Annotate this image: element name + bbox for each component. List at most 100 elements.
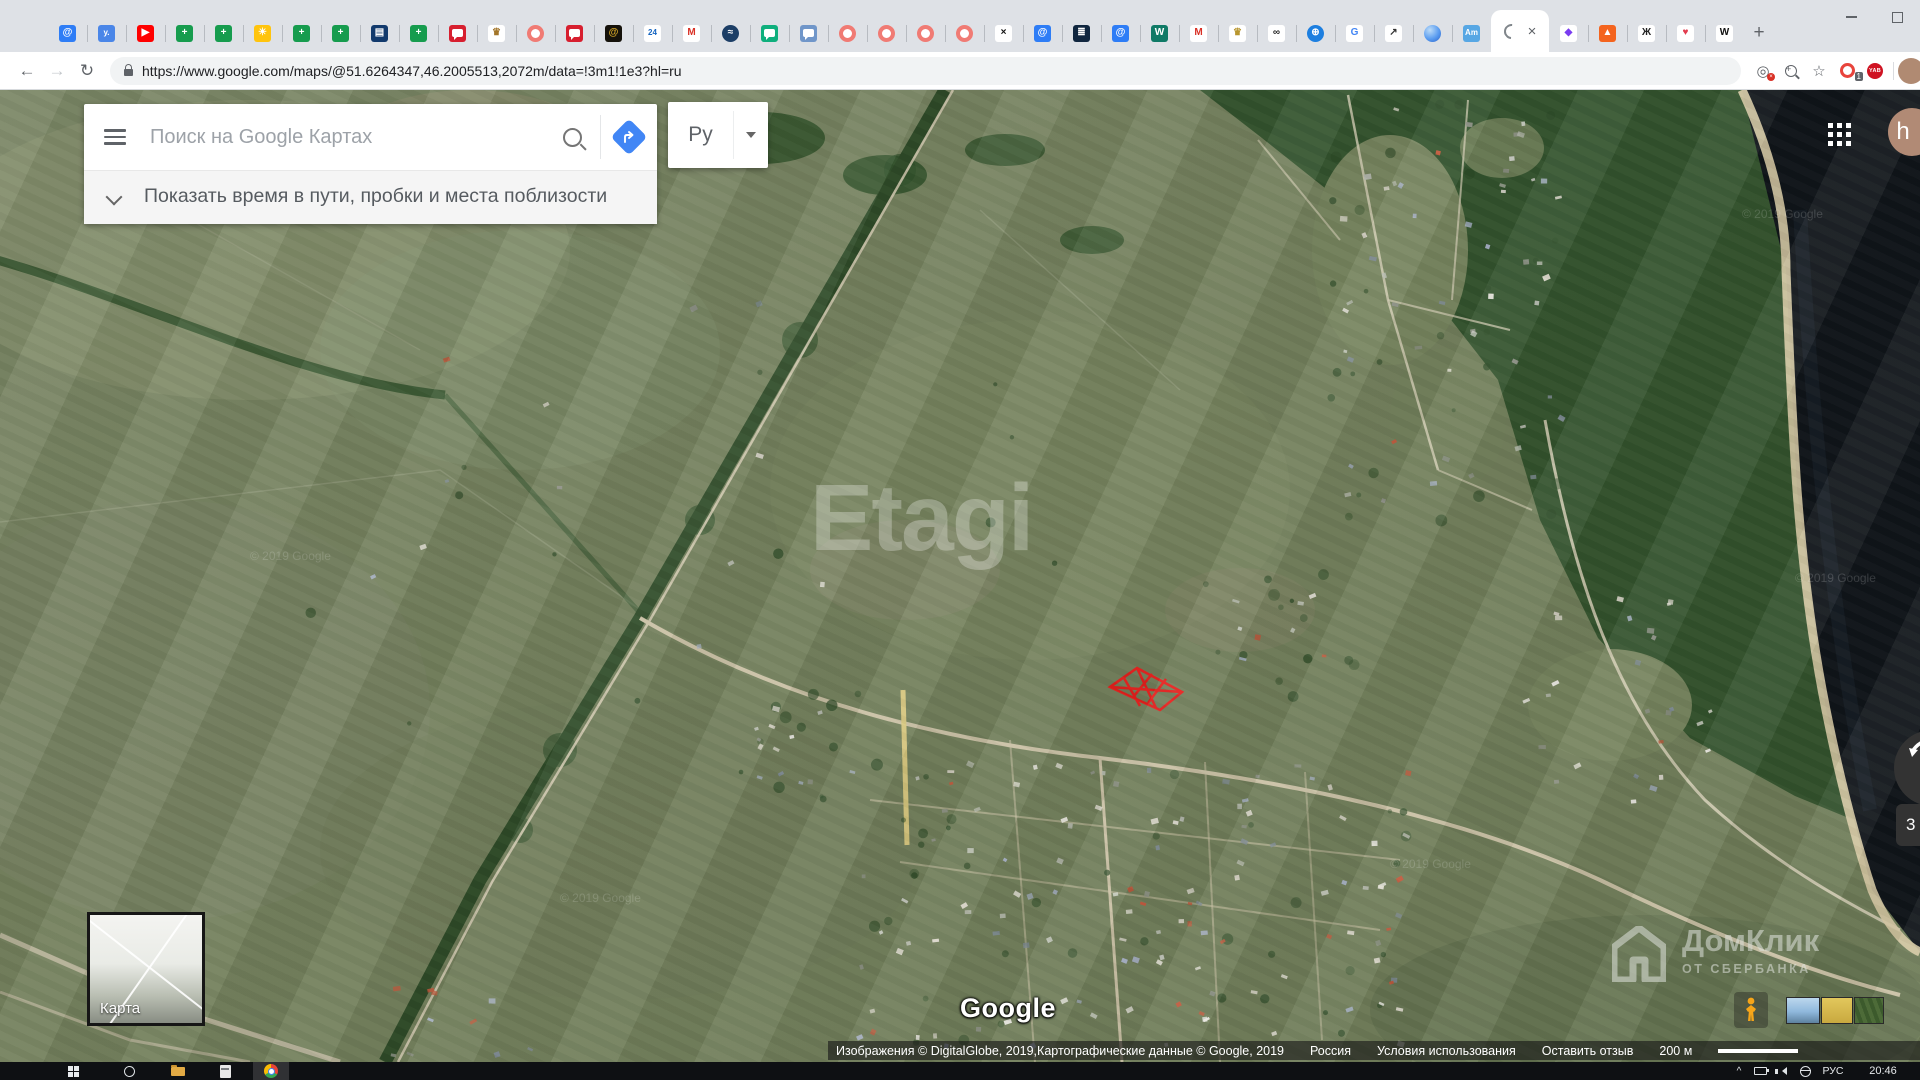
- browser-tab-gem-purple[interactable]: ◆: [1549, 14, 1588, 52]
- browser-tab-doc-dark[interactable]: ≣: [1062, 14, 1101, 52]
- calculator-button[interactable]: [212, 1062, 238, 1080]
- photo-thumbnail-forest[interactable]: [1854, 997, 1884, 1024]
- new-tab-button[interactable]: +: [1744, 14, 1774, 52]
- back-button[interactable]: ←: [12, 61, 42, 81]
- browser-tab-wikipedia[interactable]: W: [1705, 14, 1744, 52]
- search-icon[interactable]: [563, 128, 582, 147]
- calculator-icon: [220, 1065, 231, 1078]
- browser-tab-tripadvisor[interactable]: ∞: [1257, 14, 1296, 52]
- compass-control[interactable]: [1894, 730, 1920, 806]
- clock[interactable]: 20:46: [1858, 1062, 1908, 1080]
- google-apps-grid-icon[interactable]: [1828, 123, 1852, 147]
- yandex-icon: y.: [98, 25, 115, 42]
- send-error-badge: ×: [1767, 73, 1775, 81]
- map-type-toggle[interactable]: Карта: [87, 912, 205, 1026]
- volume-icon[interactable]: [1773, 1062, 1791, 1080]
- language-selector[interactable]: Ру: [668, 102, 768, 168]
- directions-icon: [611, 119, 648, 156]
- magnifier-icon: [1785, 65, 1797, 77]
- url-text[interactable]: https://www.google.com/maps/@51.6264347,…: [142, 63, 682, 79]
- browser-tab-wave[interactable]: ≈: [711, 14, 750, 52]
- browser-tab-mailru[interactable]: @: [48, 14, 87, 52]
- browser-tab-sheets-2[interactable]: +: [204, 14, 243, 52]
- browser-tab-odnoklassniki-3[interactable]: [867, 14, 906, 52]
- browser-tab-gosuslugi-eagle[interactable]: ♛: [477, 14, 516, 52]
- bookmark-star-icon[interactable]: ☆: [1805, 62, 1833, 80]
- tray-expand-button[interactable]: ^: [1731, 1062, 1747, 1080]
- browser-tab-idea[interactable]: ☀: [243, 14, 282, 52]
- battery-icon[interactable]: [1751, 1062, 1769, 1080]
- browser-tab-earth[interactable]: [1413, 14, 1452, 52]
- browser-tab-odnoklassniki-2[interactable]: [828, 14, 867, 52]
- map-canvas[interactable]: © 2019 Google© 2019 Google© 2019 Google©…: [0, 90, 1920, 1080]
- browser-tab-mailru-2[interactable]: @: [1023, 14, 1062, 52]
- browser-tab-odnoklassniki-5[interactable]: [945, 14, 984, 52]
- browser-tab-sheets-3[interactable]: +: [282, 14, 321, 52]
- browser-tab-photo-heart[interactable]: ♥: [1666, 14, 1705, 52]
- minimize-button[interactable]: [1828, 0, 1874, 34]
- browser-tab-chat-blue[interactable]: [789, 14, 828, 52]
- browser-tab-at-dark[interactable]: @: [594, 14, 633, 52]
- feedback-link[interactable]: Оставить отзыв: [1542, 1044, 1634, 1058]
- browser-tab-chat-green[interactable]: [750, 14, 789, 52]
- reload-button[interactable]: ↻: [72, 61, 102, 81]
- browser-tab-cursor[interactable]: ↗: [1374, 14, 1413, 52]
- extension-blocker-icon[interactable]: 1: [1833, 63, 1861, 78]
- browser-tab-odnoklassniki-1[interactable]: [516, 14, 555, 52]
- browser-tab-word-teal[interactable]: W: [1140, 14, 1179, 52]
- youtube-icon: ▶: [137, 25, 154, 42]
- photo-thumbnail-sky[interactable]: [1786, 997, 1820, 1024]
- zoom-page-icon[interactable]: [1777, 65, 1805, 77]
- forward-button[interactable]: →: [42, 61, 72, 81]
- browser-tab-yandex[interactable]: y.: [87, 14, 126, 52]
- chrome-taskbar-button[interactable]: [253, 1062, 289, 1080]
- start-button[interactable]: [60, 1062, 86, 1080]
- network-icon[interactable]: [1796, 1062, 1814, 1080]
- browser-tab-gmail-2[interactable]: M: [1179, 14, 1218, 52]
- terms-link[interactable]: Условия использования: [1377, 1044, 1516, 1058]
- browser-tab-gmail-1[interactable]: M: [672, 14, 711, 52]
- browser-tab-mailru-3[interactable]: @: [1101, 14, 1140, 52]
- odnoklassniki-3-icon: [878, 25, 895, 42]
- 3d-view-button[interactable]: 3: [1896, 804, 1920, 846]
- google-maps-logo: Google: [960, 993, 1056, 1024]
- browser-tab-youtube[interactable]: ▶: [126, 14, 165, 52]
- directions-button[interactable]: [601, 124, 657, 150]
- browser-tab-ali-mountain[interactable]: ▲: [1588, 14, 1627, 52]
- omnibox[interactable]: https://www.google.com/maps/@51.6264347,…: [110, 57, 1741, 85]
- gem-purple-icon: ◆: [1560, 25, 1577, 42]
- browser-tab-sheets-1[interactable]: +: [165, 14, 204, 52]
- menu-hamburger-icon[interactable]: [104, 125, 126, 149]
- search-input[interactable]: [148, 125, 555, 150]
- browser-profile-avatar[interactable]: [1898, 58, 1920, 84]
- browser-tab-chat-red-2[interactable]: [555, 14, 594, 52]
- browser-tab-tv24[interactable]: 24: [633, 14, 672, 52]
- browser-tab-odnoklassniki-4[interactable]: [906, 14, 945, 52]
- street-view-pegman[interactable]: [1734, 992, 1768, 1028]
- browser-tab-emblem-gold[interactable]: ♛: [1218, 14, 1257, 52]
- tab-close-icon[interactable]: ×: [1528, 24, 1537, 39]
- browser-tab-google[interactable]: G: [1335, 14, 1374, 52]
- desktop-screen: @y.▶++☀++▤+♛@24M≈×@≣@WM♛∞⊕G↗Am×◆▲Ж♥W + ←…: [0, 0, 1920, 1080]
- browser-tab-amocrm[interactable]: Am: [1452, 14, 1491, 52]
- maximize-button[interactable]: [1874, 0, 1920, 34]
- photo-heart-icon: ♥: [1677, 25, 1694, 42]
- extension-yab-icon[interactable]: YAB: [1861, 63, 1889, 79]
- browser-tab-google-maps[interactable]: ×: [1491, 10, 1549, 52]
- browser-tab-chat-red-1[interactable]: [438, 14, 477, 52]
- browser-tab-plug-blue[interactable]: ⊕: [1296, 14, 1335, 52]
- file-explorer-button[interactable]: [165, 1062, 191, 1080]
- yab-circle-icon: YAB: [1867, 63, 1883, 79]
- svg-text:© 2019 Google: © 2019 Google: [250, 549, 331, 563]
- taskbar-search-button[interactable]: [116, 1062, 142, 1080]
- browser-tab-bank-card[interactable]: ▤: [360, 14, 399, 52]
- send-to-device-icon[interactable]: ◎ ×: [1749, 62, 1777, 80]
- language-indicator[interactable]: РУС: [1817, 1062, 1849, 1080]
- browser-tab-web-x[interactable]: ×: [984, 14, 1023, 52]
- travel-hint-row[interactable]: Показать время в пути, пробки и места по…: [84, 170, 657, 224]
- browser-tab-sheets-5[interactable]: +: [399, 14, 438, 52]
- chat-green-icon: [761, 25, 778, 42]
- browser-tab-spider[interactable]: Ж: [1627, 14, 1666, 52]
- browser-tab-sheets-4[interactable]: +: [321, 14, 360, 52]
- photo-thumbnail-field[interactable]: [1821, 997, 1853, 1024]
